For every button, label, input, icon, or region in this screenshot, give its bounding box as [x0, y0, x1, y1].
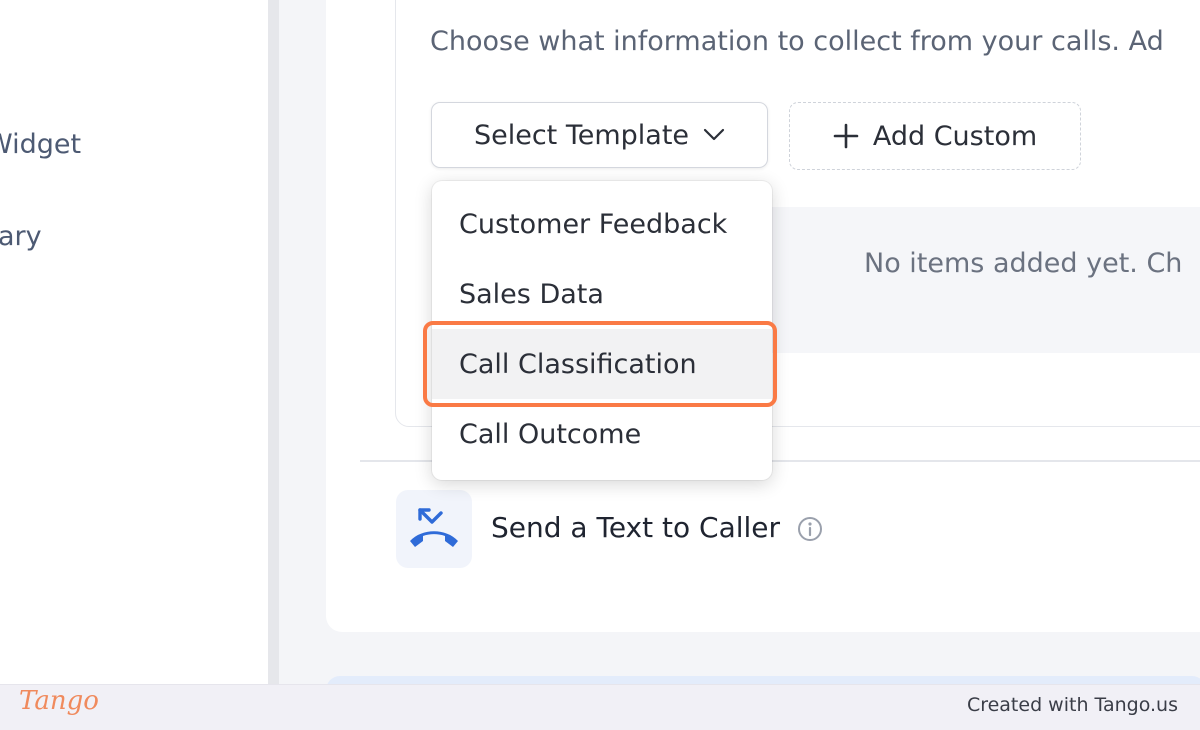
template-dropdown-menu: Customer Feedback Sales Data Call Classi…: [432, 181, 772, 480]
menu-item-customer-feedback[interactable]: Customer Feedback: [432, 189, 772, 259]
menu-item-call-classification[interactable]: Call Classification: [432, 329, 772, 399]
menu-item-sales-data[interactable]: Sales Data: [432, 259, 772, 329]
sidebar: Widget ary: [0, 0, 268, 684]
info-icon[interactable]: [797, 516, 823, 542]
sidebar-item-summary[interactable]: ary: [0, 221, 42, 252]
plus-icon: [833, 123, 859, 149]
sidebar-item-label: Widget: [0, 129, 82, 160]
add-custom-label: Add Custom: [872, 120, 1038, 152]
add-custom-button[interactable]: Add Custom: [789, 102, 1081, 170]
sidebar-item-widget[interactable]: Widget: [0, 129, 81, 160]
empty-state-message: No items added yet. Ch: [864, 248, 1183, 279]
menu-item-call-outcome[interactable]: Call Outcome: [432, 399, 772, 469]
sidebar-divider[interactable]: [268, 0, 279, 684]
data-collection-description: Choose what information to collect from …: [430, 26, 1164, 57]
created-with-text: Created with Tango.us: [966, 694, 1178, 716]
sidebar-item-label: ary: [0, 221, 42, 252]
menu-item-label: Call Outcome: [459, 418, 642, 450]
chevron-down-icon: [703, 128, 725, 141]
menu-item-label: Sales Data: [459, 278, 604, 310]
select-template-label: Select Template: [473, 119, 690, 151]
phone-missed-icon: [410, 508, 458, 547]
send-text-icon-box: [396, 490, 472, 568]
tango-logo: Tango: [19, 686, 99, 716]
select-template-button[interactable]: Select Template: [431, 102, 768, 168]
menu-item-label: Call Classification: [459, 348, 697, 380]
send-text-label: Send a Text to Caller: [491, 511, 781, 544]
menu-item-label: Customer Feedback: [459, 208, 728, 240]
